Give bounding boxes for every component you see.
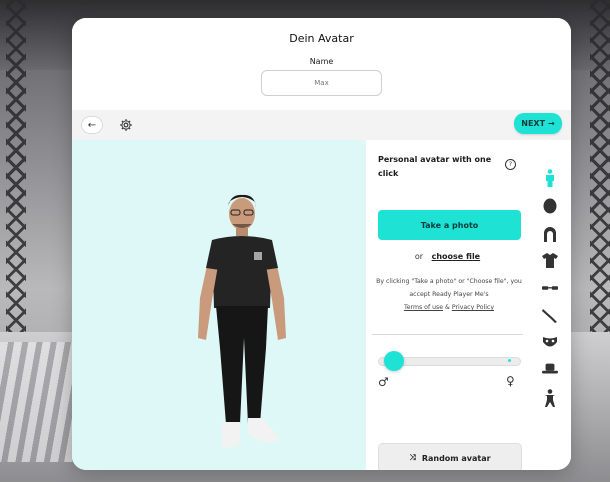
shuffle-icon: ⤨ xyxy=(409,453,416,462)
terms-link[interactable]: Terms of use xyxy=(404,304,443,311)
name-input[interactable] xyxy=(261,70,382,96)
toolbar: ← NEXT → xyxy=(72,110,571,140)
page-title: Dein Avatar xyxy=(289,32,354,45)
random-avatar-label: Random avatar xyxy=(421,453,491,463)
hair-icon[interactable] xyxy=(542,226,558,242)
male-icon: ♂ xyxy=(378,375,389,389)
avatar-figure xyxy=(198,194,286,448)
hat-icon[interactable] xyxy=(542,361,558,377)
gear-icon xyxy=(120,119,132,131)
panel-title: Personal avatar with one click xyxy=(378,155,492,178)
or-line: or choose file xyxy=(366,252,529,261)
category-rail xyxy=(529,140,571,470)
modal-header: Dein Avatar Name xyxy=(72,18,571,110)
body-icon[interactable] xyxy=(542,169,558,187)
random-avatar-button[interactable]: ⤨ Random avatar xyxy=(378,443,522,470)
avatar-preview[interactable] xyxy=(72,140,366,470)
amp-text: & xyxy=(445,304,450,311)
slider-end-dot xyxy=(508,359,511,362)
arrow-left-icon: ← xyxy=(87,119,97,131)
choose-file-link[interactable]: choose file xyxy=(432,252,481,261)
consent-prefix: By clicking "Take a photo" or "Choose fi… xyxy=(376,278,522,298)
or-text: or xyxy=(414,252,424,261)
gender-slider-knob[interactable] xyxy=(384,351,405,371)
settings-button[interactable] xyxy=(116,115,136,135)
divider xyxy=(372,334,523,335)
mask-icon[interactable] xyxy=(542,334,558,350)
eyebrow-icon[interactable] xyxy=(542,307,558,323)
take-photo-button[interactable]: Take a photo xyxy=(378,210,521,240)
arrow-right-icon: → xyxy=(548,119,555,128)
next-label: NEXT xyxy=(521,119,546,128)
photo-panel: Personal avatar with one click ? Take a … xyxy=(366,140,529,470)
help-icon[interactable]: ? xyxy=(505,159,516,170)
shirt-icon[interactable] xyxy=(542,252,558,268)
next-button[interactable]: NEXT → xyxy=(514,113,562,134)
avatar-modal: Dein Avatar Name ← NEXT → xyxy=(72,18,571,470)
name-label: Name xyxy=(309,57,334,66)
back-button[interactable]: ← xyxy=(81,116,103,134)
privacy-link[interactable]: Privacy Policy xyxy=(452,304,494,311)
glasses-icon[interactable] xyxy=(542,280,558,296)
consent-text: By clicking "Take a photo" or "Choose fi… xyxy=(374,275,524,314)
female-icon: ♀ xyxy=(506,374,515,388)
chairs xyxy=(0,342,80,462)
head-icon[interactable] xyxy=(542,198,558,214)
figure-icon[interactable] xyxy=(542,389,558,407)
